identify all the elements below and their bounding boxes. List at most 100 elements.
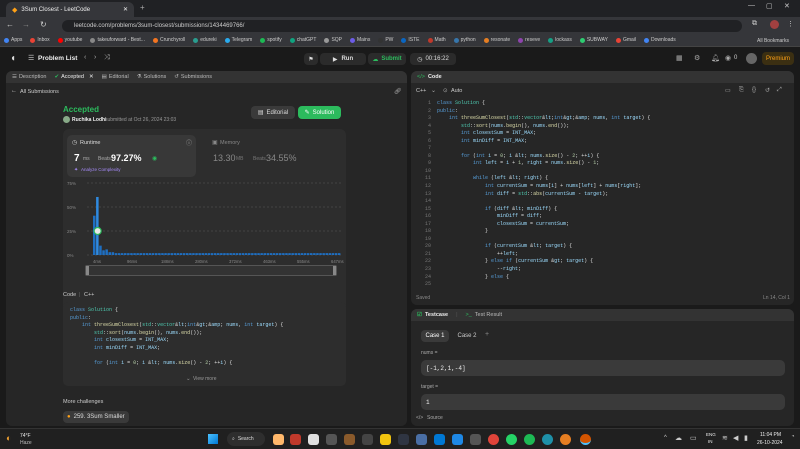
reload-icon[interactable]: ↻ <box>40 20 47 29</box>
histogram-bar[interactable] <box>334 253 338 255</box>
run-button[interactable]: ▶ Run <box>320 53 366 65</box>
leetcode-logo-icon[interactable]: ◖ <box>10 53 16 64</box>
tab-accepted[interactable]: ✔ Accepted ✕ <box>54 74 101 80</box>
histogram-bar[interactable] <box>151 253 155 255</box>
windows-start-icon[interactable] <box>208 434 218 444</box>
histogram-bar[interactable] <box>130 253 133 255</box>
bookmark-item[interactable]: Telegram <box>224 37 252 43</box>
debug-button[interactable]: ⚑ <box>304 53 318 65</box>
histogram-bar[interactable] <box>93 215 96 255</box>
histogram-bar[interactable] <box>210 253 214 255</box>
histogram-bar[interactable] <box>220 253 223 255</box>
view-more-button[interactable]: View more <box>193 376 217 382</box>
close-window-icon[interactable]: ✕ <box>784 2 790 10</box>
histogram-bar[interactable] <box>120 253 124 255</box>
auto-mode[interactable]: Auto <box>451 88 462 94</box>
bookmark-item[interactable]: lockass <box>548 37 572 43</box>
url-input[interactable]: leetcode.com/problems/3sum-closest/submi… <box>62 20 742 32</box>
bookmark-item[interactable]: Downloads <box>644 37 676 43</box>
histogram-bar[interactable] <box>235 253 239 255</box>
tab-description[interactable]: ☰ Description <box>12 74 54 80</box>
histogram-bar[interactable] <box>319 253 322 255</box>
histogram-bar[interactable] <box>179 253 183 255</box>
profile-avatar[interactable] <box>746 53 757 64</box>
submit-button[interactable]: ☁ Submit <box>368 53 406 65</box>
histogram-bar[interactable] <box>170 253 174 255</box>
histogram-bar[interactable] <box>117 253 121 255</box>
chevron-down-icon[interactable]: ⌄ <box>431 87 436 94</box>
coin-icon[interactable]: ◉ <box>725 54 731 62</box>
runtime-card[interactable]: ◷ Runtime ⓘ 7 ms Beats 97.27% ◉ ✦ Analyz… <box>67 135 196 177</box>
volume-icon[interactable]: ◀ <box>733 434 738 442</box>
edge-icon[interactable] <box>542 434 553 445</box>
histogram-bar[interactable] <box>310 253 313 255</box>
histogram-bar[interactable] <box>176 253 180 255</box>
histogram-bar[interactable] <box>204 253 208 255</box>
close-tab-icon[interactable]: ✕ <box>123 6 128 13</box>
histogram-bar[interactable] <box>241 253 245 255</box>
histogram-bar[interactable] <box>139 253 143 255</box>
histogram-bar[interactable] <box>207 253 211 255</box>
histogram-bar[interactable] <box>238 253 242 255</box>
bookmark-item[interactable]: youtube <box>57 37 82 43</box>
histogram-bar[interactable] <box>269 253 273 255</box>
back-icon[interactable]: ← <box>6 20 14 29</box>
histogram-bar[interactable] <box>102 250 105 255</box>
chrome-icon[interactable] <box>488 434 499 445</box>
histogram-bar[interactable] <box>266 253 270 255</box>
bookmark-item[interactable]: python <box>453 37 476 43</box>
histogram-bar[interactable] <box>182 253 186 255</box>
editorial-button[interactable]: ▤ Editorial <box>251 106 295 119</box>
histogram-bar[interactable] <box>294 253 298 255</box>
menu-icon[interactable]: ⋮ <box>787 20 794 28</box>
task-view-icon[interactable] <box>308 434 319 445</box>
histogram-bar[interactable] <box>195 253 198 255</box>
problem-list-link[interactable]: Problem List <box>38 55 77 62</box>
bookmark-item[interactable]: Math <box>427 37 446 43</box>
bookmark-item[interactable]: Mains <box>350 37 370 43</box>
files-icon[interactable] <box>380 434 391 445</box>
histogram-bar[interactable] <box>108 252 112 255</box>
histogram-bar[interactable] <box>223 253 226 255</box>
bookmark-item[interactable]: takeuforward - Best... <box>90 37 145 43</box>
histogram-bar[interactable] <box>275 253 279 255</box>
bookmark-item[interactable]: Gmail <box>615 37 636 43</box>
extensions-icon[interactable]: ⧉ <box>752 20 757 28</box>
histogram-bar[interactable] <box>127 253 130 255</box>
file-explorer-icon[interactable] <box>362 434 373 445</box>
tab-solutions[interactable]: ⚗ Solutions <box>137 74 175 80</box>
weather-icon[interactable]: ◐ <box>6 433 11 443</box>
store-icon[interactable] <box>470 434 481 445</box>
minimize-icon[interactable]: — <box>748 2 755 9</box>
vscode-icon[interactable] <box>452 434 463 445</box>
histogram-bar[interactable] <box>257 253 260 255</box>
histogram-bar[interactable] <box>167 253 170 255</box>
histogram-bar[interactable] <box>328 253 332 255</box>
histogram-bar[interactable] <box>331 253 335 255</box>
info-icon[interactable]: ⓘ <box>186 138 192 147</box>
histogram-bar[interactable] <box>263 253 267 255</box>
bookmark-icon[interactable]: ⎘ <box>739 87 744 94</box>
link-icon[interactable]: 🔗︎ <box>394 88 402 95</box>
taskbar-app-icon[interactable] <box>344 434 355 445</box>
layout-icon[interactable]: ▦ <box>676 54 683 62</box>
histogram-bar[interactable] <box>145 253 149 255</box>
next-problem-icon[interactable]: › <box>94 54 96 61</box>
notifications-icon[interactable]: ◔ <box>791 434 795 440</box>
spotify-icon[interactable] <box>524 434 535 445</box>
bookmark-item[interactable]: spotify <box>260 37 282 43</box>
nums-input[interactable]: [-1,2,1,-4] <box>421 360 785 376</box>
taskbar-search[interactable]: ⌕ Search <box>227 432 265 446</box>
histogram-bar[interactable] <box>244 253 248 255</box>
histogram-bar[interactable] <box>96 196 99 255</box>
analyze-complexity-link[interactable]: Analyze Complexity <box>81 167 121 172</box>
language-select[interactable]: C++ <box>416 88 426 94</box>
premium-button[interactable]: Premium <box>762 52 794 65</box>
chrome-alt-icon[interactable] <box>560 434 571 445</box>
bookmark-item[interactable]: Apps <box>4 37 22 43</box>
clock-time[interactable]: 11:04 PM <box>760 432 781 438</box>
bookmark-item[interactable]: edureki <box>193 37 217 43</box>
lock-icon[interactable]: ⊙ <box>443 88 448 94</box>
histogram-bar[interactable] <box>322 253 325 255</box>
settings-icon[interactable]: ⚙ <box>694 54 700 62</box>
